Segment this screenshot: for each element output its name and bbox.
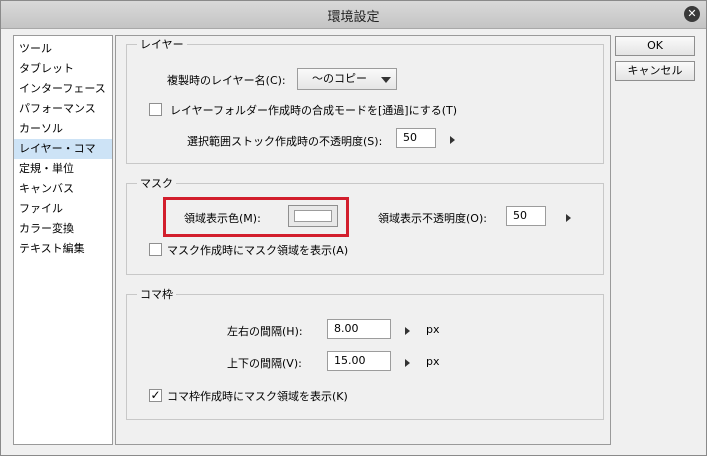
settings-panel: レイヤー 複製時のレイヤー名(C): ～のコピー レイヤーフォルダー作成時の合成… [115,35,611,445]
chevron-down-icon [381,77,391,83]
folder-blend-checkbox[interactable] [149,103,162,116]
dup-name-value: ～のコピー [312,72,367,85]
v-gap-field[interactable]: 15.00 [327,351,391,371]
frame-show-mask-label: コマ枠作成時にマスク領域を表示(K) [167,390,348,403]
layer-group-legend: レイヤー [137,36,187,52]
h-gap-unit: px [426,323,440,336]
frame-group-legend: コマ枠 [137,286,176,302]
h-gap-slider-arrow-icon[interactable] [405,327,410,335]
dup-name-select[interactable]: ～のコピー [297,68,397,90]
close-icon[interactable]: ✕ [684,6,700,22]
v-gap-label: 上下の間隔(V): [227,357,302,370]
stock-opacity-slider-arrow-icon[interactable] [450,136,455,144]
v-gap-unit: px [426,355,440,368]
sidebar-item-cursor[interactable]: カーソル [14,119,112,139]
sidebar-item-performance[interactable]: パフォーマンス [14,99,112,119]
sidebar-item-color-conversion[interactable]: カラー変換 [14,219,112,239]
area-opacity-field[interactable]: 50 [506,206,546,226]
sidebar-item-text-edit[interactable]: テキスト編集 [14,239,112,259]
stock-opacity-label: 選択範囲ストック作成時の不透明度(S): [187,135,383,148]
cancel-button[interactable]: キャンセル [615,61,695,81]
area-opacity-label: 領域表示不透明度(O): [378,212,487,225]
frame-show-mask-checkbox[interactable]: ✓ [149,389,162,402]
window-title: 環境設定 [327,10,380,25]
h-gap-label: 左右の間隔(H): [227,325,303,338]
mask-group-legend: マスク [137,175,176,191]
h-gap-field[interactable]: 8.00 [327,319,391,339]
dup-name-label: 複製時のレイヤー名(C): [167,74,286,87]
annotation-highlight-box [163,197,349,237]
show-mask-on-create-checkbox[interactable] [149,243,162,256]
sidebar-item-tablet[interactable]: タブレット [14,59,112,79]
frame-group: コマ枠 左右の間隔(H): 8.00 px 上下の間隔(V): 15.00 px… [126,286,604,420]
sidebar-item-file[interactable]: ファイル [14,199,112,219]
area-opacity-slider-arrow-icon[interactable] [566,214,571,222]
sidebar-item-layer-frame[interactable]: レイヤー・コマ [14,139,112,159]
preferences-dialog: 環境設定 ✕ ツール タブレット インターフェース パフォーマンス カーソル レ… [0,0,707,456]
ok-button[interactable]: OK [615,36,695,56]
layer-group: レイヤー 複製時のレイヤー名(C): ～のコピー レイヤーフォルダー作成時の合成… [126,36,604,164]
sidebar-item-canvas[interactable]: キャンバス [14,179,112,199]
folder-blend-label: レイヤーフォルダー作成時の合成モードを[通過]にする(T) [170,104,458,117]
sidebar-item-tool[interactable]: ツール [14,39,112,59]
sidebar-item-ruler-unit[interactable]: 定規・単位 [14,159,112,179]
sidebar-item-interface[interactable]: インターフェース [14,79,112,99]
stock-opacity-field[interactable]: 50 [396,128,436,148]
v-gap-slider-arrow-icon[interactable] [405,359,410,367]
title-bar[interactable]: 環境設定 ✕ [1,1,706,29]
category-list: ツール タブレット インターフェース パフォーマンス カーソル レイヤー・コマ … [13,35,113,445]
show-mask-on-create-label: マスク作成時にマスク領域を表示(A) [167,244,349,257]
